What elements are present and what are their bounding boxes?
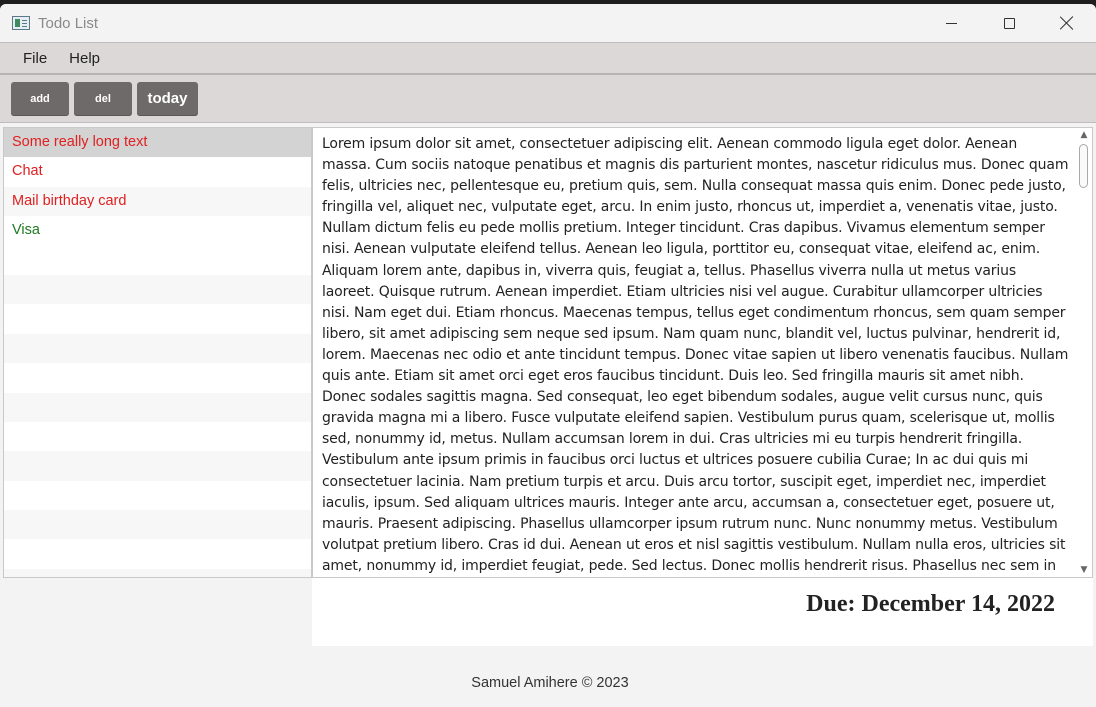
list-item[interactable]: Some really long text xyxy=(4,128,311,158)
list-item[interactable]: Visa xyxy=(4,216,311,245)
title-bar[interactable]: Todo List xyxy=(0,4,1096,42)
list-item[interactable]: Chat xyxy=(4,157,311,186)
empty-list-row xyxy=(4,392,311,422)
due-date: Due: December 14, 2022 xyxy=(806,591,1055,617)
empty-list-row xyxy=(4,510,311,540)
empty-list-row xyxy=(4,304,311,333)
due-date-panel: Due: December 14, 2022 xyxy=(312,578,1093,646)
empty-list-row xyxy=(4,451,311,481)
menu-bar: File Help xyxy=(0,42,1096,75)
menu-file[interactable]: File xyxy=(12,50,58,67)
list-item[interactable]: Mail birthday card xyxy=(4,186,311,217)
scrollbar-thumb[interactable] xyxy=(1079,144,1088,188)
minimize-icon xyxy=(945,22,957,24)
main-content: Some really long text Chat Mail birthday… xyxy=(0,127,1096,707)
app-window: Todo List File Help add del today Some r… xyxy=(0,4,1096,707)
maximize-button[interactable] xyxy=(980,4,1038,42)
window-title: Todo List xyxy=(38,14,99,32)
description-textarea[interactable]: Lorem ipsum dolor sit amet, consectetuer… xyxy=(312,127,1093,578)
empty-list-row xyxy=(4,539,311,568)
empty-list-row xyxy=(4,363,311,392)
empty-list-row xyxy=(4,246,311,275)
add-button[interactable]: add xyxy=(11,81,69,116)
footer-credit: Samuel Amihere © 2023 xyxy=(471,675,629,691)
window-controls xyxy=(922,4,1096,42)
vertical-scrollbar[interactable]: ▲ ▼ xyxy=(1076,128,1092,577)
empty-list-row xyxy=(4,274,311,305)
maximize-icon xyxy=(1003,17,1015,29)
description-text[interactable]: Lorem ipsum dolor sit amet, consectetuer… xyxy=(322,134,1070,577)
close-button[interactable] xyxy=(1038,4,1096,42)
empty-list-row xyxy=(4,333,311,364)
empty-list-row xyxy=(4,481,311,510)
close-icon xyxy=(1060,16,1074,30)
scroll-down-arrow-icon[interactable]: ▼ xyxy=(1079,565,1089,575)
todo-list[interactable]: Some really long text Chat Mail birthday… xyxy=(3,127,312,578)
toolbar: add del today xyxy=(0,75,1096,123)
minimize-button[interactable] xyxy=(922,4,980,42)
menu-help[interactable]: Help xyxy=(58,50,111,67)
empty-list-row xyxy=(4,568,311,577)
empty-list-row xyxy=(4,422,311,451)
scroll-up-arrow-icon[interactable]: ▲ xyxy=(1079,130,1089,140)
app-icon xyxy=(12,16,30,30)
today-button[interactable]: today xyxy=(137,81,198,116)
delete-button[interactable]: del xyxy=(74,81,132,116)
